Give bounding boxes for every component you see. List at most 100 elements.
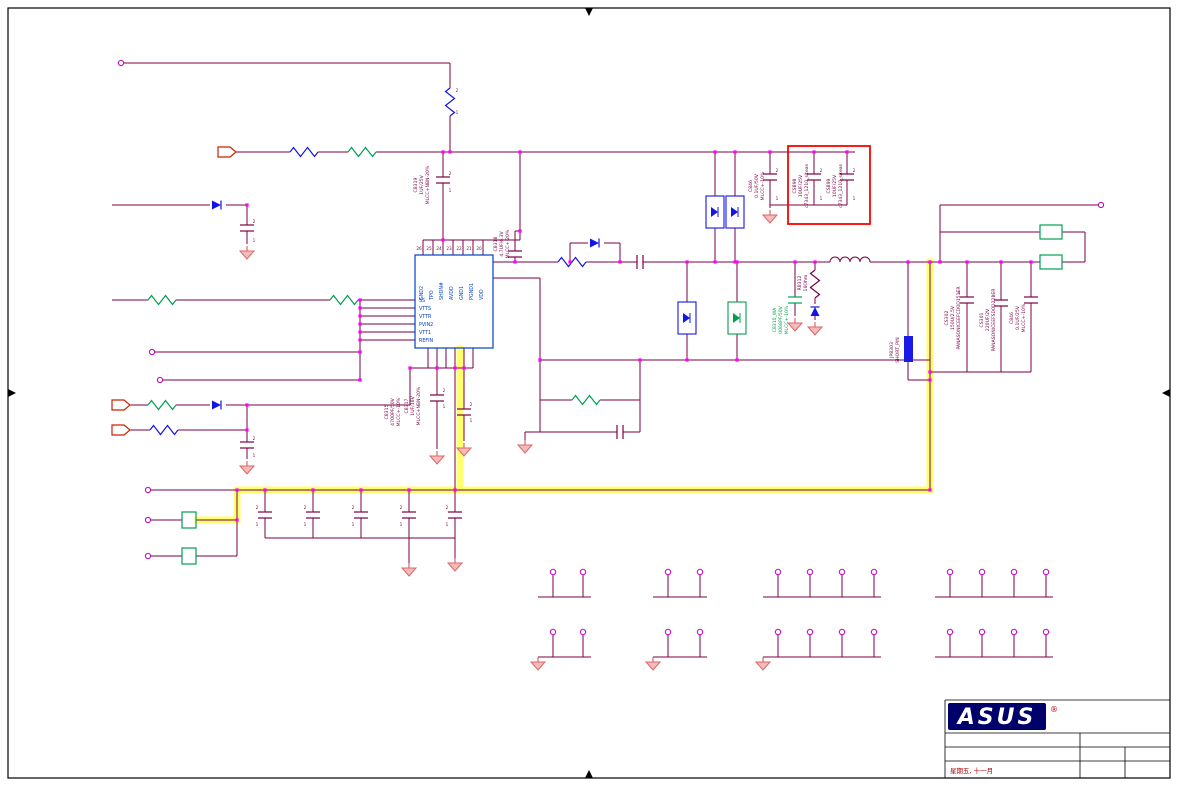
resistor-row3-green xyxy=(147,399,177,411)
label-r8312-value: 16Ohm xyxy=(803,274,809,291)
main-ic: GND2 TPO SHDN# AVDD GND1 PGND1 VDD 26 25… xyxy=(414,246,494,349)
ic-pin-name: PGND1 xyxy=(469,283,475,300)
label-r8312-ref: R8312 xyxy=(797,275,803,290)
label-c8318-value: 4.7UF/6.3V xyxy=(499,230,505,256)
cap-row4 xyxy=(239,441,255,449)
terminal-mid-left-2 xyxy=(156,376,164,384)
title-note: 星期五, 十一月 xyxy=(950,766,993,775)
label-c8317-value: 1UF/16V xyxy=(410,395,416,415)
junction-dots xyxy=(235,150,1033,522)
label-cs899-spec: c7343_1210_siteas xyxy=(838,163,844,208)
sheet-frame xyxy=(7,7,1171,779)
label-cs302-spec: PANASONICEEFCD0D151ER xyxy=(956,286,962,350)
label-c8317-ref: C8317 xyxy=(404,398,410,413)
cap-c8319 xyxy=(435,176,451,184)
frame-tick-bottom xyxy=(585,770,593,778)
label-c8319-ref: C8319 xyxy=(413,177,419,192)
pin-number: 2 xyxy=(400,505,403,510)
resistor-box-left-1 xyxy=(181,511,197,529)
mosfet-low-green xyxy=(727,301,747,335)
diode-d8301 xyxy=(809,306,821,317)
schematic-canvas: GND2 TPO SHDN# AVDD GND1 PGND1 VDD 26 25… xyxy=(7,7,1171,779)
label-c846l-value: 0.1UF/50V xyxy=(754,173,760,198)
ic-pin-number: 23 xyxy=(446,246,452,251)
ic-pin-name: VDD xyxy=(479,289,485,300)
pin-number: 2 xyxy=(456,88,459,93)
polarity-plus: + xyxy=(991,293,995,298)
label-c8310-ref: C8310_WA xyxy=(772,307,778,332)
ic-pin-number: 22 xyxy=(456,246,462,251)
polarity-plus: + xyxy=(957,290,961,295)
pin-number: 1 xyxy=(449,188,452,193)
ground-symbols xyxy=(239,209,823,671)
diode-row3 xyxy=(211,399,222,411)
ic-pin-name: SHDN# xyxy=(439,282,445,300)
cap-series-output xyxy=(636,254,644,270)
cap-c8317 xyxy=(429,394,445,402)
ic-pin-name: VTTS xyxy=(419,306,431,312)
cap-c846-right xyxy=(1023,296,1039,304)
label-jp8303-ref: JP8303 xyxy=(889,342,895,359)
mosfet-low-blue xyxy=(677,301,697,335)
ic-pin-name: PVIN2 xyxy=(419,322,433,328)
mosfet-top-1 xyxy=(705,195,725,229)
cap-bank-2 xyxy=(305,511,321,519)
label-cs898-ref: CS898 xyxy=(792,178,798,193)
yellow-highlight-trace xyxy=(194,258,934,524)
pin-header-circles xyxy=(549,568,1050,636)
pin-number: 1 xyxy=(400,522,403,527)
label-cs898-spec: c7343_1210_siteas xyxy=(804,163,810,208)
terminal-low-left-3 xyxy=(144,552,152,560)
label-c8319-spec: MLCC+NBN-20% xyxy=(425,165,431,204)
pin-number: 1 xyxy=(253,238,256,243)
diode-row1 xyxy=(211,199,222,211)
ic-pin-number: 25 xyxy=(426,246,432,251)
resistor-box-right-2 xyxy=(1039,254,1063,270)
label-c846r-spec: MLCC+-10% xyxy=(1021,303,1027,332)
label-c8315-ref: C8315 xyxy=(384,404,390,419)
cap-bank-5 xyxy=(447,511,463,519)
label-c8318-ref: C8318 xyxy=(493,236,499,251)
pin-number: 2 xyxy=(256,505,259,510)
cap-bank-4 xyxy=(401,511,417,519)
label-c846l-ref: C846 xyxy=(748,180,754,192)
label-c8310-spec: MLCC+-10% xyxy=(784,305,790,334)
label-c846r-value: 0.1UF/25V xyxy=(1015,305,1021,330)
label-cs899-value: 10UF/25V xyxy=(832,174,838,197)
cap-bank-3 xyxy=(353,511,369,519)
ic-pin-name: AVDD xyxy=(449,286,455,300)
label-c8318-spec: MLCC+-20% xyxy=(505,229,511,258)
inductor xyxy=(829,256,871,263)
cap-series-feedback xyxy=(616,424,624,440)
ic-pin-number: 20 xyxy=(476,246,482,251)
label-c8310-value: 0068PF/50V xyxy=(778,305,784,333)
frame-tick-left xyxy=(8,389,16,397)
resistor-row4-blue xyxy=(149,424,179,436)
ic-pin-name: VTT1 xyxy=(419,330,431,336)
pin-number: 1 xyxy=(443,404,446,409)
frame-tick-top xyxy=(585,8,593,16)
label-jp8303-value: SHORT_PIN xyxy=(895,337,901,363)
mosfet-top-2 xyxy=(725,195,745,229)
label-c8319-value: 1UF/25V xyxy=(419,174,425,194)
pin-number: 2 xyxy=(352,505,355,510)
connector-arrow-2 xyxy=(111,399,131,411)
resistor-top xyxy=(444,87,456,117)
wire-nets xyxy=(112,62,1098,658)
terminal-low-left-2 xyxy=(144,516,152,524)
ic-pin-name: REFIN xyxy=(419,338,434,344)
ic-pin-name: GND2 xyxy=(419,286,425,300)
pin-number: 2 xyxy=(253,436,256,441)
cap-row1 xyxy=(239,224,255,232)
pin-number: 1 xyxy=(256,522,259,527)
ic-pin-name: VTTR xyxy=(419,314,432,320)
ic-pin-number: 26 xyxy=(416,246,422,251)
schematic-page: GND2 TPO SHDN# AVDD GND1 PGND1 VDD 26 25… xyxy=(0,0,1178,786)
label-c846l-spec: MLCC+-10% xyxy=(760,171,766,200)
resistor-output-blue xyxy=(557,256,587,268)
cap-c8310 xyxy=(787,296,803,304)
pin-number: 2 xyxy=(820,168,823,173)
label-cs301-ref: CS301 xyxy=(979,312,985,327)
frame-tick-right xyxy=(1162,389,1170,397)
label-c8315-spec: MLCC+-10% xyxy=(396,397,402,426)
